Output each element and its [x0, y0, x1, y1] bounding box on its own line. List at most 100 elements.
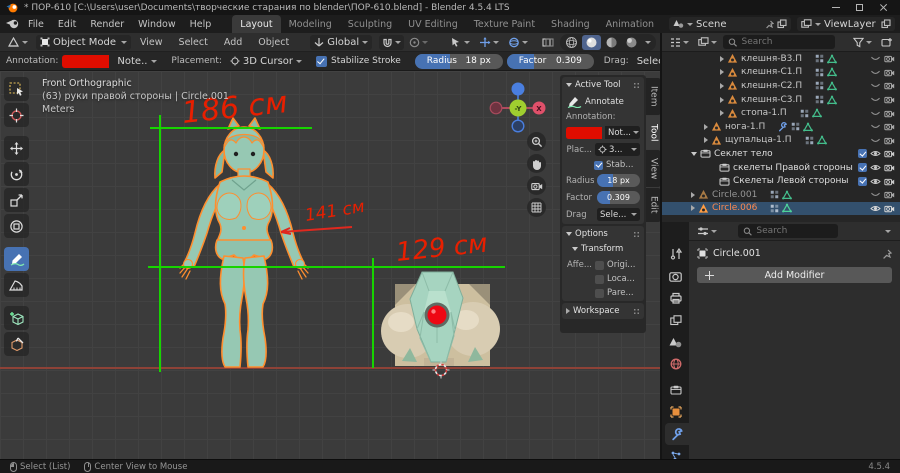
outliner-row-kleshnya-s3[interactable]: клешня-С3.П — [662, 93, 900, 107]
eye-icon[interactable] — [870, 149, 881, 158]
perspective-grid-button[interactable] — [527, 198, 546, 217]
radius-slider[interactable]: Radius 18 px — [414, 53, 503, 69]
properties-search[interactable] — [738, 224, 838, 238]
factor-slider[interactable]: Factor 0.309 — [506, 53, 594, 69]
outliner-search-input[interactable] — [741, 37, 830, 47]
proportional-editing-toggle[interactable] — [406, 35, 431, 50]
workspace-tab-shading[interactable]: Shading — [543, 15, 598, 33]
outliner-row-seklet-telo[interactable]: Секлет тело — [662, 147, 900, 161]
camera-view-button[interactable] — [527, 176, 546, 195]
transform-tool[interactable] — [4, 214, 29, 238]
tab-render-properties[interactable] — [662, 265, 689, 287]
workspace-tab-modeling[interactable]: Modeling — [281, 15, 340, 33]
shading-material-button[interactable] — [602, 35, 621, 50]
outliner-row-kleshnya-v3[interactable]: клешня-В3.П — [662, 52, 900, 66]
menu-edit[interactable]: Edit — [51, 15, 83, 33]
tab-collection-properties[interactable] — [662, 379, 689, 401]
np-stabilize-checkbox[interactable] — [594, 160, 603, 170]
rotate-tool[interactable] — [4, 162, 29, 186]
affect-parents-checkbox[interactable] — [595, 288, 604, 298]
workspace-header[interactable]: Workspace — [566, 306, 640, 316]
active-tool-header[interactable]: Active Tool — [566, 80, 640, 90]
outliner-row-kleshnya-s1[interactable]: клешня-С1.П — [662, 66, 900, 80]
scale-tool[interactable] — [4, 188, 29, 212]
outliner-filter-button[interactable] — [850, 35, 875, 50]
transform-subheader[interactable]: Transform — [566, 244, 640, 254]
eye-icon[interactable] — [870, 177, 881, 186]
workspace-tab-animation[interactable]: Animation — [598, 15, 662, 33]
tab-output-properties[interactable] — [662, 287, 689, 309]
select-box-tool[interactable] — [4, 77, 29, 101]
overlays-dropdown[interactable] — [505, 35, 531, 50]
mode-selector[interactable]: Object Mode — [36, 34, 131, 50]
eye-icon[interactable] — [870, 163, 881, 172]
outliner-row-kleshnya-s2[interactable]: клешня-С2.П — [662, 79, 900, 93]
collection-checkbox[interactable] — [858, 149, 867, 159]
hide-eye-icon[interactable] — [870, 190, 881, 199]
outliner-row-circle-006[interactable]: Circle.006 — [662, 201, 900, 216]
knife-cube-tool[interactable] — [4, 332, 29, 356]
camera-visibility-icon[interactable] — [884, 122, 895, 131]
annotation-color-swatch[interactable] — [62, 54, 110, 68]
np-radius-slider[interactable]: 18 px — [597, 174, 640, 187]
shading-wireframe-button[interactable] — [562, 35, 581, 50]
tab-edit[interactable]: Edit — [646, 188, 660, 222]
outliner-filter-mode[interactable] — [695, 35, 720, 50]
camera-visibility-icon[interactable] — [884, 190, 895, 199]
outliner-display-mode[interactable] — [666, 35, 692, 50]
xray-toggle[interactable] — [539, 35, 557, 50]
new-collection-button[interactable] — [878, 35, 896, 50]
creature-model[interactable] — [372, 268, 505, 372]
collection-checkbox[interactable] — [858, 176, 867, 186]
tab-modifier-properties[interactable] — [665, 423, 689, 445]
menu-file[interactable]: File — [21, 15, 51, 33]
menu-help[interactable]: Help — [183, 15, 219, 33]
camera-visibility-icon[interactable] — [884, 54, 895, 63]
eye-icon[interactable] — [870, 204, 881, 213]
menu-view[interactable]: View — [133, 33, 170, 52]
transform-orientation-selector[interactable]: Global — [310, 34, 373, 50]
hide-eye-icon[interactable] — [870, 122, 881, 131]
menu-add[interactable]: Add — [217, 33, 249, 52]
camera-visibility-icon[interactable] — [884, 68, 895, 77]
camera-visibility-icon[interactable] — [884, 95, 895, 104]
np-placement-dropdown[interactable]: 3... — [595, 143, 640, 156]
outliner-row-shchupaltsa[interactable]: щупальца-1.П — [662, 134, 900, 148]
workspace-tab-sculpting[interactable]: Sculpting — [340, 15, 400, 33]
measure-tool[interactable] — [4, 273, 29, 297]
add-modifier-button[interactable]: Add Modifier — [697, 267, 892, 283]
minimize-icon[interactable] — [832, 7, 840, 8]
viewport-canvas[interactable]: 186 см 141 см 129 см Front Orthographic … — [0, 71, 660, 459]
maximize-icon[interactable] — [856, 4, 863, 11]
add-cube-tool[interactable] — [4, 306, 29, 330]
gizmos-dropdown[interactable] — [476, 35, 502, 50]
camera-visibility-icon[interactable] — [884, 149, 895, 158]
camera-visibility-icon[interactable] — [884, 136, 895, 145]
pin-icon[interactable] — [882, 249, 892, 259]
hide-eye-icon[interactable] — [870, 81, 881, 90]
outliner-row-circle-001[interactable]: Circle.001 — [662, 188, 900, 202]
shading-solid-button[interactable] — [582, 34, 601, 50]
annotate-tool[interactable] — [4, 247, 29, 271]
pin-icon[interactable] — [765, 20, 774, 29]
camera-visibility-icon[interactable] — [884, 204, 895, 213]
scene-selector[interactable]: Scene — [669, 17, 791, 31]
hide-eye-icon[interactable] — [870, 95, 881, 104]
outliner-row-skelety-pravoy[interactable]: скелеты Правой стороны — [662, 161, 900, 175]
workspace-tab-texture-paint[interactable]: Texture Paint — [466, 15, 543, 33]
hide-eye-icon[interactable] — [870, 54, 881, 63]
hide-eye-icon[interactable] — [870, 109, 881, 118]
outliner-row-stopa[interactable]: стопа-1.П — [662, 106, 900, 120]
snap-toggle[interactable] — [379, 34, 405, 50]
panel-menu-icon[interactable] — [633, 307, 640, 315]
selectability-dropdown[interactable] — [447, 35, 473, 50]
np-drag-dropdown[interactable]: Sele... — [597, 208, 640, 221]
viewlayer-selector[interactable]: ViewLayer — [797, 17, 895, 31]
workspace-tab-uv-editing[interactable]: UV Editing — [400, 15, 466, 33]
collection-checkbox[interactable] — [858, 163, 867, 173]
tab-tool[interactable]: Tool — [646, 115, 660, 149]
affect-origins-checkbox[interactable] — [595, 260, 604, 270]
camera-visibility-icon[interactable] — [884, 109, 895, 118]
outliner-search[interactable] — [723, 35, 835, 49]
options-header[interactable]: Options — [566, 229, 640, 239]
